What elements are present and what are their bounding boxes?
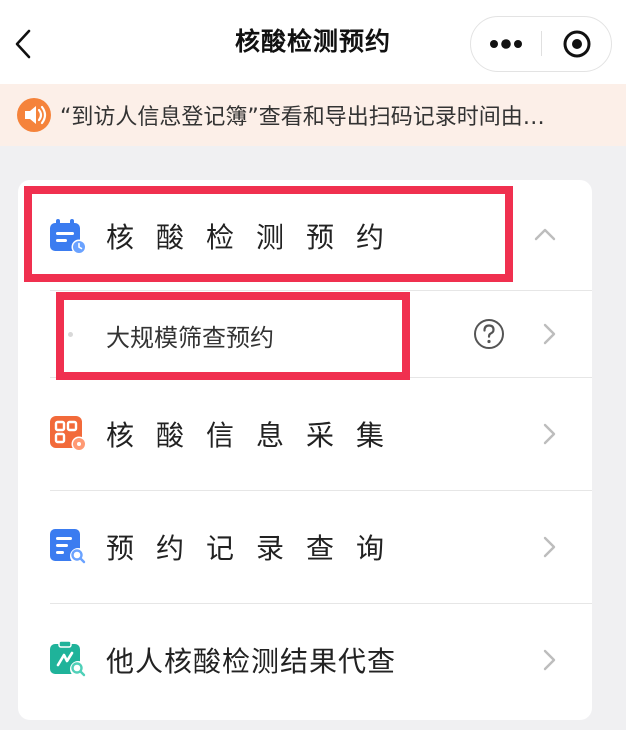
menu-item-label: 他人核酸检测结果代查: [106, 645, 397, 678]
close-mini-program-button[interactable]: [542, 17, 612, 70]
chevron-right-icon: [542, 323, 556, 349]
menu-item-label: 预约记录查询: [106, 532, 407, 565]
chevron-left-icon: [15, 29, 31, 59]
question-circle-icon[interactable]: [473, 318, 505, 354]
sub-item-label: 大规模筛查预约: [106, 324, 274, 352]
more-button[interactable]: [471, 17, 541, 70]
calendar-icon: [48, 218, 88, 260]
speaker-icon: [16, 97, 52, 137]
menu-item-booking-records[interactable]: 预约记录查询: [18, 491, 592, 603]
menu-item-info-collection[interactable]: 核酸信息采集: [18, 378, 592, 490]
chevron-right-icon: [542, 536, 556, 562]
mini-program-capsule: [470, 16, 612, 72]
menu-card: 核酸检测预约 大规模筛查预约 核酸信息采集 预约记录查询 他人核酸检测结果代查: [18, 180, 592, 720]
nav-bar: 核酸检测预约: [0, 0, 626, 84]
bullet-dot: [68, 332, 73, 337]
menu-group-label: 核酸检测预约: [106, 221, 407, 254]
menu-group-nucleic-booking[interactable]: 核酸检测预约: [18, 180, 592, 290]
more-dots-icon: [490, 38, 522, 49]
target-close-icon: [563, 30, 591, 57]
clipboard-search-icon: [48, 640, 88, 683]
back-button[interactable]: [8, 22, 38, 66]
sub-item-mass-screening[interactable]: 大规模筛查预约: [18, 291, 592, 377]
chevron-right-icon: [542, 423, 556, 449]
document-search-icon: [48, 528, 88, 570]
notice-bar[interactable]: “到访人信息登记簿”查看和导出扫码记录时间由…: [0, 84, 626, 146]
qr-grid-icon: [48, 415, 88, 457]
chevron-up-icon: [534, 226, 556, 245]
notice-text: “到访人信息登记簿”查看和导出扫码记录时间由…: [60, 105, 545, 130]
menu-item-label: 核酸信息采集: [106, 419, 407, 452]
chevron-right-icon: [542, 649, 556, 675]
menu-item-proxy-result-query[interactable]: 他人核酸检测结果代查: [18, 604, 592, 716]
